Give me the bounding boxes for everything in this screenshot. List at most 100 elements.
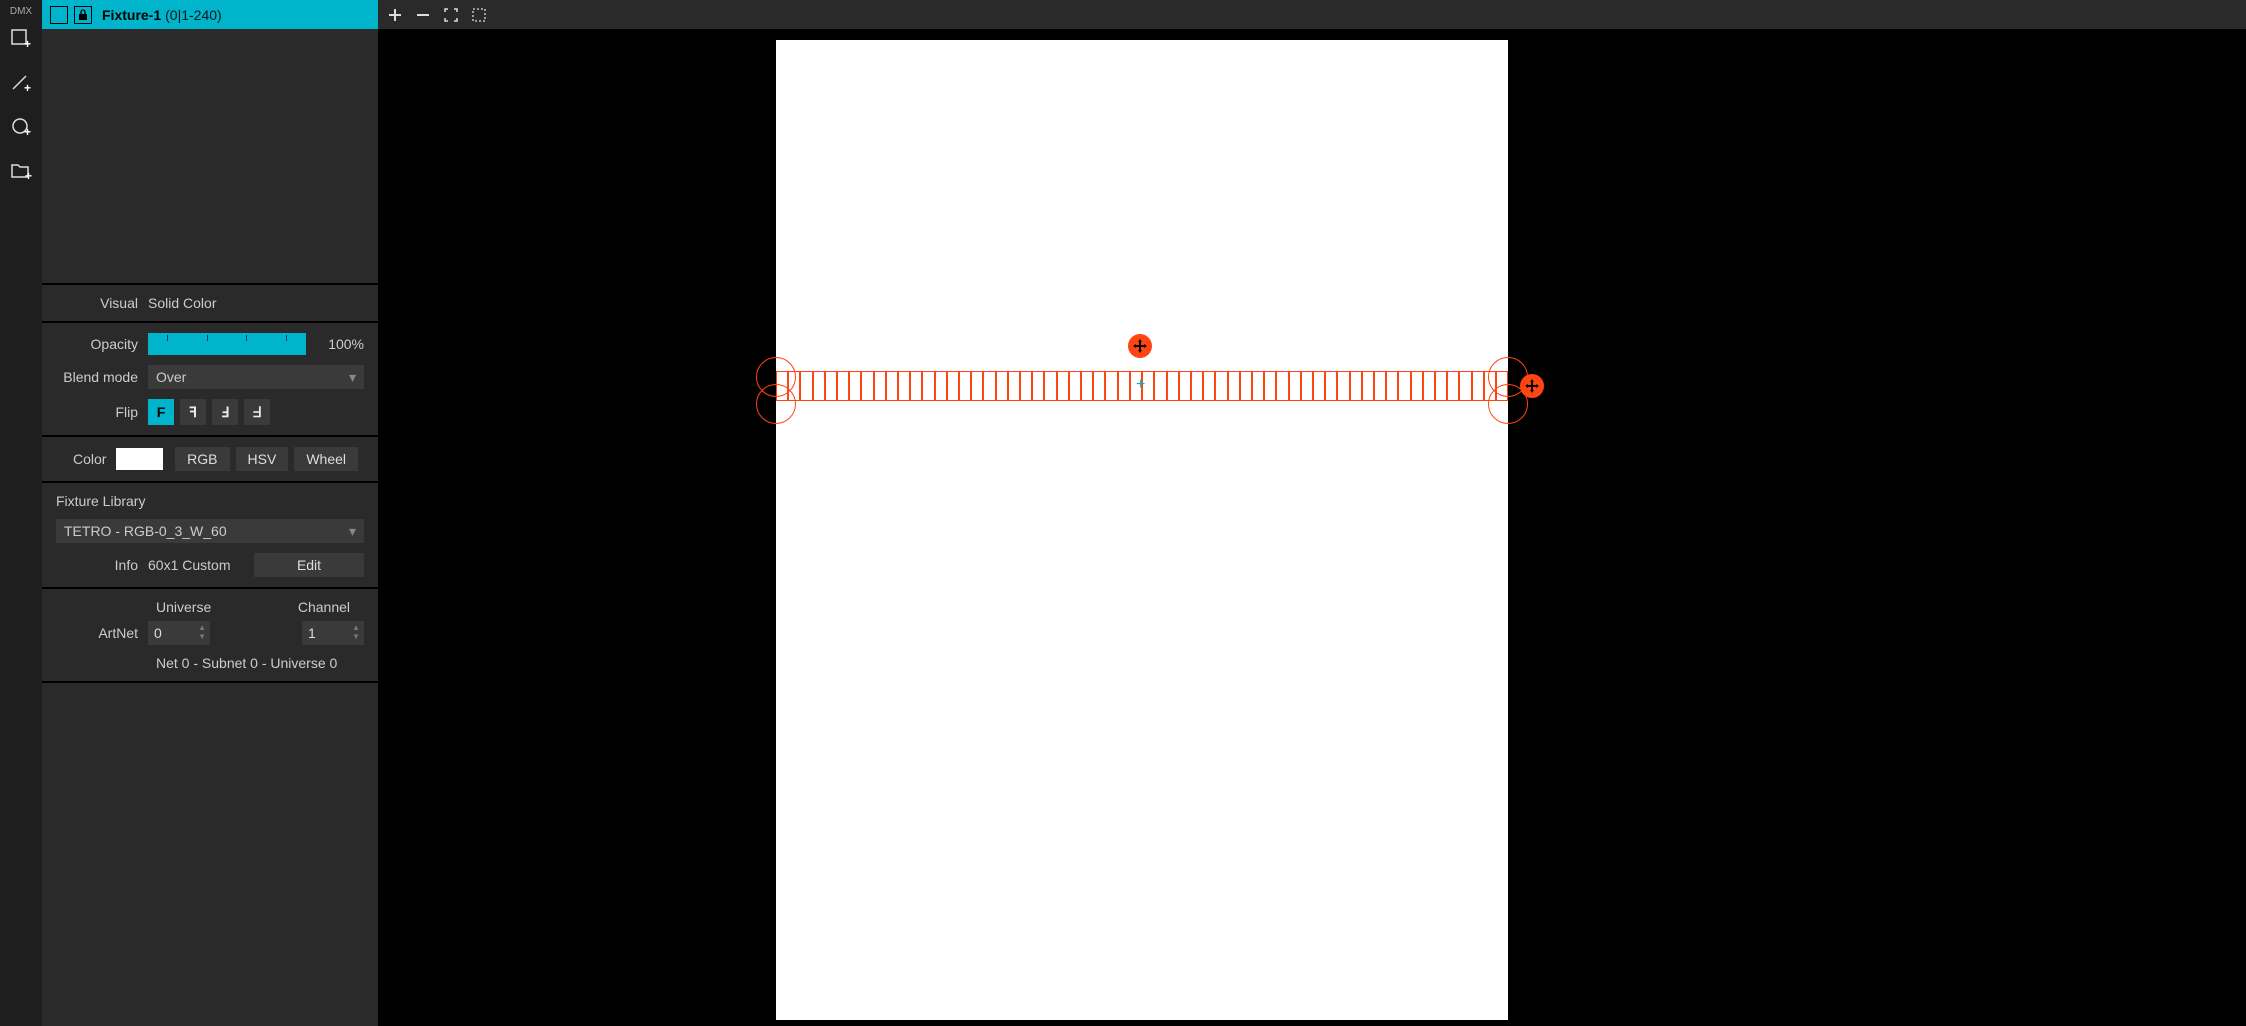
fixture-cell[interactable]: [1411, 371, 1423, 401]
blend-dropdown[interactable]: Over ▾: [148, 365, 364, 389]
fixture-cell[interactable]: [1240, 371, 1252, 401]
flip-group: F ꟻ Ⅎ ᖵ: [148, 399, 270, 425]
flip-label: Flip: [56, 404, 148, 420]
library-value: TETRO - RGB-0_3_W_60: [64, 523, 227, 539]
fixture-cell[interactable]: [1362, 371, 1374, 401]
stage-canvas[interactable]: +: [776, 40, 1508, 1020]
fixture-cell[interactable]: [800, 371, 812, 401]
library-title: Fixture Library: [56, 493, 364, 509]
fixture-cell[interactable]: [935, 371, 947, 401]
fixture-cell[interactable]: [1203, 371, 1215, 401]
visual-value: Solid Color: [148, 295, 216, 311]
fixture-cell[interactable]: [898, 371, 910, 401]
fixture-cell[interactable]: [1447, 371, 1459, 401]
fixture-cell[interactable]: [1459, 371, 1471, 401]
fixture-cell[interactable]: [1179, 371, 1191, 401]
edit-button[interactable]: Edit: [254, 553, 364, 577]
fixture-cell[interactable]: [886, 371, 898, 401]
fixture-cell[interactable]: [1118, 371, 1130, 401]
fixture-cell[interactable]: [959, 371, 971, 401]
blend-label: Blend mode: [56, 369, 148, 385]
tool-add-folder[interactable]: +: [5, 155, 37, 187]
fixture-cell[interactable]: [1374, 371, 1386, 401]
color-tab-rgb[interactable]: RGB: [175, 447, 229, 471]
fixture-cell[interactable]: [1167, 371, 1179, 401]
fixture-cell[interactable]: [1057, 371, 1069, 401]
panel-header[interactable]: Fixture-1 (0|1-240): [42, 0, 378, 29]
info-value: 60x1 Custom: [148, 557, 254, 573]
fixture-cell[interactable]: [1252, 371, 1264, 401]
fixture-cell[interactable]: [1154, 371, 1166, 401]
fixture-cell[interactable]: [1325, 371, 1337, 401]
fixture-cell[interactable]: [1350, 371, 1362, 401]
color-section: Color RGB HSV Wheel: [42, 437, 378, 483]
fixture-cell[interactable]: [947, 371, 959, 401]
fixture-cell[interactable]: [1215, 371, 1227, 401]
fixture-cell[interactable]: [1020, 371, 1032, 401]
fixture-cell[interactable]: [1276, 371, 1288, 401]
selection-bounds-icon[interactable]: [470, 6, 488, 24]
tool-add-rect[interactable]: +: [5, 23, 37, 55]
fixture-cell[interactable]: [1313, 371, 1325, 401]
dmx-section: Universe Channel ArtNet 0 ▲▼ 1 ▲▼ Net 0 …: [42, 589, 378, 683]
fixture-cell[interactable]: [1337, 371, 1349, 401]
fixture-cell[interactable]: [874, 371, 886, 401]
fixture-cell[interactable]: [910, 371, 922, 401]
lock-icon[interactable]: [74, 6, 92, 24]
visibility-box-icon[interactable]: [50, 6, 68, 24]
fixture-cell[interactable]: [996, 371, 1008, 401]
left-toolbar: DMX + + + +: [0, 0, 42, 1026]
handle-bottom-left[interactable]: [756, 384, 796, 424]
flip-hv-button[interactable]: ᖵ: [244, 399, 270, 425]
channel-header: Channel: [298, 599, 350, 615]
fixture-cell[interactable]: [1264, 371, 1276, 401]
fixture-cell[interactable]: [1228, 371, 1240, 401]
fixture-cell[interactable]: [1423, 371, 1435, 401]
layer-list-area: [42, 29, 378, 285]
fixture-cell[interactable]: [1032, 371, 1044, 401]
stage-wrap[interactable]: +: [378, 29, 2246, 1026]
fixture-cell[interactable]: [1105, 371, 1117, 401]
library-dropdown[interactable]: TETRO - RGB-0_3_W_60 ▾: [56, 519, 364, 543]
tool-add-circle[interactable]: +: [5, 111, 37, 143]
fixture-cell[interactable]: [1386, 371, 1398, 401]
fixture-cell[interactable]: [1472, 371, 1484, 401]
svg-text:+: +: [24, 37, 31, 50]
fixture-cell[interactable]: [825, 371, 837, 401]
color-tab-wheel[interactable]: Wheel: [294, 447, 358, 471]
fixture-cell[interactable]: [1069, 371, 1081, 401]
fixture-cell[interactable]: [1093, 371, 1105, 401]
fixture-cell[interactable]: [922, 371, 934, 401]
fixture-cell[interactable]: [971, 371, 983, 401]
channel-input[interactable]: 1 ▲▼: [302, 621, 364, 645]
fixture-cell[interactable]: [1289, 371, 1301, 401]
fixture-cell[interactable]: [1398, 371, 1410, 401]
universe-input[interactable]: 0 ▲▼: [148, 621, 210, 645]
fixture-cell[interactable]: [1081, 371, 1093, 401]
opacity-slider[interactable]: [148, 333, 306, 355]
fit-screen-icon[interactable]: [442, 6, 460, 24]
zoom-in-icon[interactable]: [386, 6, 404, 24]
flip-none-button[interactable]: F: [148, 399, 174, 425]
tool-add-line[interactable]: +: [5, 67, 37, 99]
flip-h-button[interactable]: ꟻ: [180, 399, 206, 425]
fixture-cell[interactable]: [837, 371, 849, 401]
zoom-out-icon[interactable]: [414, 6, 432, 24]
move-handle[interactable]: [1128, 334, 1152, 358]
fixture-cell[interactable]: [1301, 371, 1313, 401]
artnet-label: ArtNet: [56, 625, 148, 641]
fixture-cell[interactable]: [983, 371, 995, 401]
fixture-cell[interactable]: [1008, 371, 1020, 401]
fixture-cell[interactable]: [1191, 371, 1203, 401]
fixture-cell[interactable]: [861, 371, 873, 401]
fixture-cell[interactable]: [849, 371, 861, 401]
color-label: Color: [56, 451, 116, 467]
fixture-cell[interactable]: [1044, 371, 1056, 401]
color-tab-hsv[interactable]: HSV: [236, 447, 289, 471]
color-swatch[interactable]: [116, 448, 163, 470]
fixture-cell[interactable]: [813, 371, 825, 401]
rotate-handle[interactable]: [1520, 374, 1544, 398]
flip-v-button[interactable]: Ⅎ: [212, 399, 238, 425]
fixture-cell[interactable]: [1435, 371, 1447, 401]
center-cross-icon: +: [1136, 376, 1145, 394]
